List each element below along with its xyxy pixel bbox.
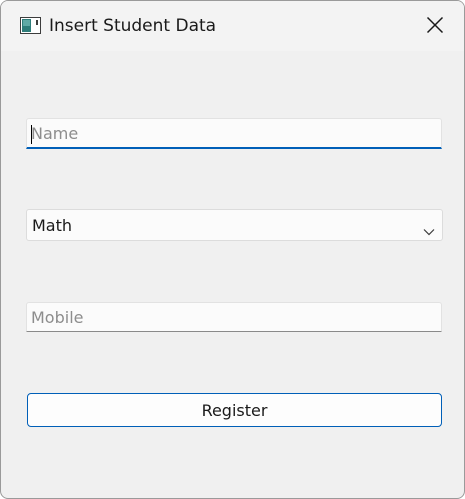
text-caret — [31, 125, 32, 144]
close-button[interactable] — [415, 10, 455, 44]
chevron-down-icon — [423, 221, 435, 236]
mobile-field-container — [26, 302, 442, 332]
close-icon — [426, 16, 444, 38]
title-bar[interactable]: Insert Student Data — [1, 1, 464, 51]
app-window-icon — [20, 17, 41, 34]
subject-select-value: Math — [32, 216, 73, 235]
app-window: Insert Student Data Math Register — [0, 0, 465, 499]
window-title: Insert Student Data — [49, 16, 217, 36]
name-field-container — [26, 118, 442, 149]
mobile-input[interactable] — [27, 303, 441, 331]
register-button[interactable]: Register — [27, 393, 442, 427]
name-input[interactable] — [27, 119, 441, 147]
subject-select[interactable]: Math — [26, 209, 443, 241]
